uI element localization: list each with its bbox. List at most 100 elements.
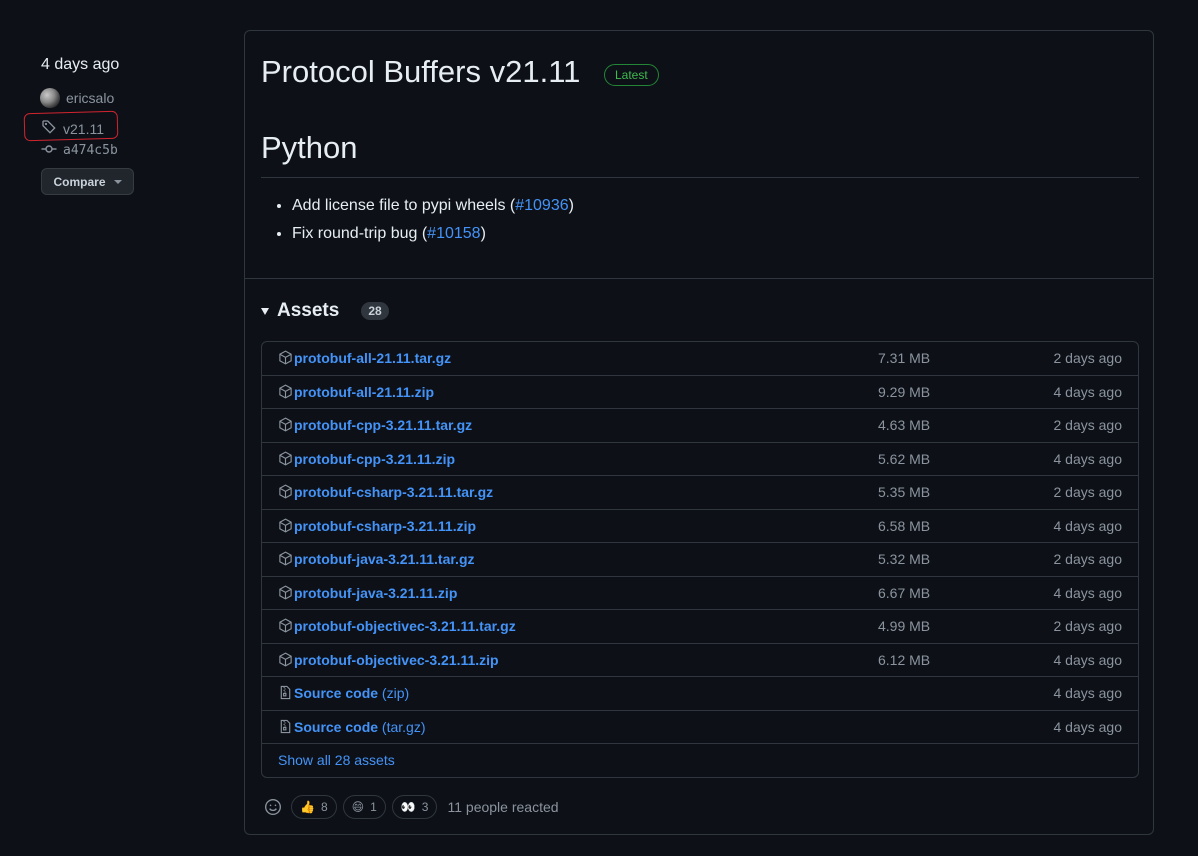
- assets-list: Source code (tar.gz) 4 days ago Source cod…: [261, 341, 1139, 778]
- tag-icon: [41, 119, 57, 138]
- package-icon: [278, 417, 294, 433]
- table-row: protobuf-csharp-3.21.11.zip 6.58 MB 4 days…: [262, 510, 1138, 543]
- avatar[interactable]: [40, 88, 60, 108]
- package-icon: [278, 584, 294, 601]
- table-row: protobuf-cpp-3.21.11.tar.gz 4.63 MB 2 days…: [262, 409, 1138, 443]
- asset-size: 4.63 MB: [878, 417, 931, 434]
- table-row: protobuf-objectivec-3.21.11.tar.gz 4.99 M…: [262, 610, 1138, 644]
- smiley-icon: [265, 799, 281, 815]
- card-divider: [245, 278, 1153, 279]
- asset-date: 4 days ago: [1053, 517, 1123, 534]
- package-icon: [278, 551, 294, 567]
- package-icon: [278, 450, 294, 467]
- table-row: protobuf-java-3.21.11.zip 6.67 MB 4 days a…: [262, 577, 1138, 610]
- asset-size: 6.67 MB: [878, 584, 931, 601]
- asset-size: 5.62 MB: [878, 450, 931, 467]
- asset-size: 5.35 MB: [878, 484, 931, 501]
- issue-link[interactable]: #10158: [427, 225, 480, 242]
- asset-link[interactable]: protobuf-cpp-3.21.11.zip: [294, 451, 455, 467]
- release-title[interactable]: Protocol Buffers v21.11: [261, 54, 580, 90]
- asset-link[interactable]: protobuf-java-3.21.11.tar.gz: [294, 551, 475, 567]
- author-name[interactable]: ericsalo: [66, 90, 114, 106]
- release-commit[interactable]: a474c5b: [41, 141, 118, 160]
- reaction-count: 1: [370, 800, 377, 814]
- list-item: Add license file to pypi wheels (#10936): [292, 196, 574, 216]
- asset-size: 6.58 MB: [878, 517, 931, 534]
- package-icon: [278, 618, 294, 634]
- asset-link[interactable]: protobuf-objectivec-3.21.11.zip: [294, 652, 499, 668]
- asset-date: 4 days ago: [1053, 651, 1123, 668]
- asset-size: 6.12 MB: [878, 651, 931, 668]
- assets-count: 28: [361, 302, 389, 320]
- compare-button[interactable]: Compare: [41, 168, 134, 195]
- table-row: protobuf-all-21.11.tar.gz 7.31 MB 2 days a…: [262, 342, 1138, 376]
- release-author[interactable]: ericsalo: [40, 88, 114, 108]
- asset-date: 2 days ago: [1053, 618, 1123, 635]
- asset-date: 4 days ago: [1053, 450, 1123, 467]
- asset-date: 4 days ago: [1053, 718, 1123, 735]
- asset-date: 4 days ago: [1053, 584, 1123, 601]
- assets-title[interactable]: Assets: [277, 300, 339, 322]
- add-reaction-button[interactable]: [261, 795, 285, 819]
- release-tag[interactable]: v21.11: [41, 119, 104, 138]
- asset-link[interactable]: protobuf-cpp-3.21.11.tar.gz: [294, 417, 472, 433]
- asset-size: 4.99 MB: [878, 618, 931, 635]
- tag-label[interactable]: v21.11: [63, 121, 104, 137]
- commit-icon: [41, 141, 57, 160]
- triangle-down-icon: [261, 307, 269, 315]
- asset-date: 2 days ago: [1053, 551, 1123, 568]
- commit-hash[interactable]: a474c5b: [63, 143, 118, 158]
- asset-date: 4 days ago: [1053, 383, 1123, 400]
- reaction-eyes[interactable]: 👀 3: [391, 795, 438, 819]
- asset-link[interactable]: protobuf-all-21.11.zip: [294, 384, 434, 400]
- table-row: protobuf-csharp-3.21.11.tar.gz 5.35 MB 2 d…: [262, 476, 1138, 510]
- eyes-icon: 👀: [400, 800, 416, 814]
- reactions-bar: 👍 8 😄 1 👀 3 11 people reacted: [261, 795, 559, 819]
- file-zip-icon: [278, 685, 294, 701]
- chevron-down-icon: [113, 179, 122, 184]
- package-icon: [278, 350, 294, 366]
- table-row: protobuf-all-21.11.zip 9.29 MB 4 days ago: [262, 376, 1138, 409]
- table-row: Source code (tar.gz) 4 days ago: [262, 711, 1138, 744]
- table-row: Source code (zip) 4 days ago: [262, 677, 1138, 711]
- asset-size: 7.31 MB: [878, 350, 931, 367]
- show-all-assets-link[interactable]: Show all 28 assets: [278, 752, 395, 768]
- asset-link[interactable]: Source code (zip): [294, 685, 409, 701]
- package-icon: [278, 484, 294, 500]
- table-row: protobuf-objectivec-3.21.11.zip 6.12 MB 4 …: [262, 644, 1138, 677]
- table-row: protobuf-java-3.21.11.tar.gz 5.32 MB 2 day…: [262, 543, 1138, 577]
- asset-link[interactable]: protobuf-csharp-3.21.11.tar.gz: [294, 484, 493, 500]
- asset-link[interactable]: protobuf-java-3.21.11.zip: [294, 585, 457, 601]
- assets-toggle[interactable]: Assets 28: [261, 300, 389, 322]
- heading-divider: [261, 177, 1139, 178]
- thumbs-up-icon: 👍: [300, 800, 315, 814]
- reaction-thumbs-up[interactable]: 👍 8: [291, 795, 337, 819]
- file-zip-icon: [278, 719, 294, 735]
- package-icon: [278, 383, 294, 400]
- list-item: Fix round-trip bug (#10158): [292, 224, 574, 244]
- compare-label: Compare: [53, 174, 106, 189]
- reactions-summary: 11 people reacted: [447, 799, 559, 815]
- issue-link[interactable]: #10936: [515, 197, 568, 214]
- asset-size: 5.32 MB: [878, 551, 931, 568]
- asset-size: 9.29 MB: [878, 383, 931, 400]
- package-icon: [278, 651, 294, 668]
- asset-link[interactable]: Source code (tar.gz): [294, 719, 426, 735]
- asset-date: 2 days ago: [1053, 484, 1123, 501]
- asset-link[interactable]: protobuf-csharp-3.21.11.zip: [294, 518, 476, 534]
- release-date: 4 days ago: [41, 56, 120, 73]
- package-icon: [278, 517, 294, 534]
- notes-heading: Python: [261, 130, 358, 165]
- table-row: protobuf-cpp-3.21.11.zip 5.62 MB 4 days ag…: [262, 443, 1138, 476]
- asset-date: 4 days ago: [1053, 685, 1123, 702]
- latest-badge: Latest: [604, 64, 659, 86]
- asset-date: 2 days ago: [1053, 417, 1123, 434]
- reaction-laugh[interactable]: 😄 1: [342, 795, 386, 819]
- asset-date: 2 days ago: [1053, 350, 1123, 367]
- release-notes: Add license file to pypi wheels (#10936)…: [274, 196, 574, 252]
- reaction-count: 3: [421, 800, 429, 814]
- reaction-count: 8: [320, 800, 328, 814]
- laugh-icon: 😄: [351, 800, 365, 814]
- asset-link[interactable]: protobuf-objectivec-3.21.11.tar.gz: [294, 618, 516, 634]
- asset-link[interactable]: protobuf-all-21.11.tar.gz: [294, 350, 451, 366]
